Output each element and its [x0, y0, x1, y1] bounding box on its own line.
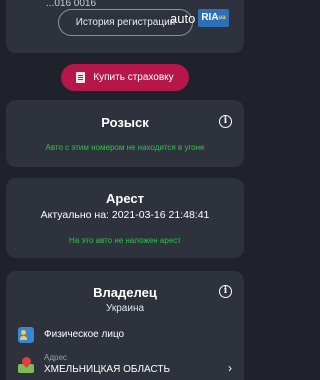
watermark-ria: RIA: [201, 12, 219, 23]
insurance-icon: [76, 72, 86, 83]
search-card: Розыск i Авто с этим номером не находитс…: [6, 100, 244, 167]
person-icon: [18, 327, 34, 343]
partial-text: ...016 0016: [46, 0, 97, 9]
buy-insurance-button[interactable]: Купить страховку: [61, 64, 189, 91]
info-icon[interactable]: i: [219, 285, 232, 298]
arrest-status: На это авто не наложен арест: [69, 236, 181, 245]
info-icon[interactable]: i: [219, 115, 232, 128]
search-status: Авто с этим номером не находится в угоне: [45, 143, 205, 152]
owner-card: Владелец i Украина Физическое лицо Адрес…: [6, 271, 244, 380]
address-value: ХМЕЛЬНИЦКАЯ ОБЛАСТЬ: [44, 364, 171, 375]
owner-country: Украина: [105, 303, 145, 314]
address-label: Адрес: [44, 353, 67, 362]
owner-title: Владелец: [93, 285, 157, 300]
chevron-right-icon[interactable]: ›: [228, 361, 232, 375]
search-title: Розыск: [101, 115, 149, 130]
address-pin-icon: [18, 355, 34, 373]
arrest-title: Арест: [106, 191, 144, 206]
watermark-ua: ua: [218, 15, 226, 21]
arrest-actual-line: Актуально на: 2021-03-16 21:48:41: [6, 209, 244, 221]
buy-insurance-label: Купить страховку: [93, 72, 174, 83]
autoria-watermark: auto RIAua: [170, 6, 229, 30]
watermark-auto: auto: [170, 10, 196, 26]
person-type: Физическое лицо: [44, 329, 125, 340]
arrest-actual-label: Актуально на:: [40, 209, 109, 221]
arrest-card: Арест Актуально на: 2021-03-16 21:48:41 …: [6, 178, 244, 258]
watermark-ria-badge: RIAua: [198, 9, 229, 27]
arrest-actual-date: 2021-03-16 21:48:41: [111, 209, 210, 221]
